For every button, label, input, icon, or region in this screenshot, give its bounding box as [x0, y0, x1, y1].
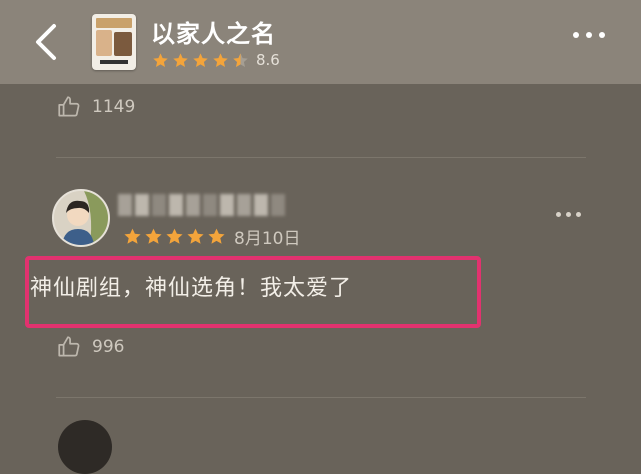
star-icon [173, 52, 188, 67]
username-blurred[interactable] [118, 194, 285, 218]
star-icon [193, 52, 208, 67]
comment-like-row: 996 [56, 334, 124, 360]
more-options-icon[interactable] [573, 32, 605, 38]
thumbs-up-icon[interactable] [56, 94, 82, 120]
star-icon [145, 228, 162, 244]
divider [56, 397, 586, 398]
half-star-icon [233, 52, 248, 67]
thumbs-up-icon[interactable] [56, 334, 82, 360]
top-bar: 以家人之名 8.6 [0, 0, 641, 84]
star-icon [187, 228, 204, 244]
star-icon [153, 52, 168, 67]
comment-date: 8月10日 [234, 228, 301, 249]
avatar[interactable] [52, 189, 110, 247]
star-icon [213, 52, 228, 67]
back-icon[interactable] [30, 22, 66, 62]
previous-like-row: 1149 [56, 94, 135, 120]
star-icon [166, 228, 183, 244]
star-icon [124, 228, 141, 244]
rating-stars: 8.6 [152, 51, 280, 69]
rating-score: 8.6 [256, 51, 280, 69]
comment-more-icon[interactable] [556, 212, 581, 217]
divider [56, 157, 586, 158]
comment-text[interactable]: 神仙剧组，神仙选角！我太爱了 [30, 270, 352, 302]
next-comment-avatar[interactable] [58, 420, 112, 474]
show-title[interactable]: 以家人之名 [151, 14, 276, 49]
comment-rating-stars: 8月10日 [123, 227, 300, 249]
poster-thumbnail[interactable] [92, 14, 136, 70]
like-count: 996 [92, 337, 125, 357]
like-count: 1149 [92, 97, 136, 117]
star-icon [208, 228, 225, 244]
